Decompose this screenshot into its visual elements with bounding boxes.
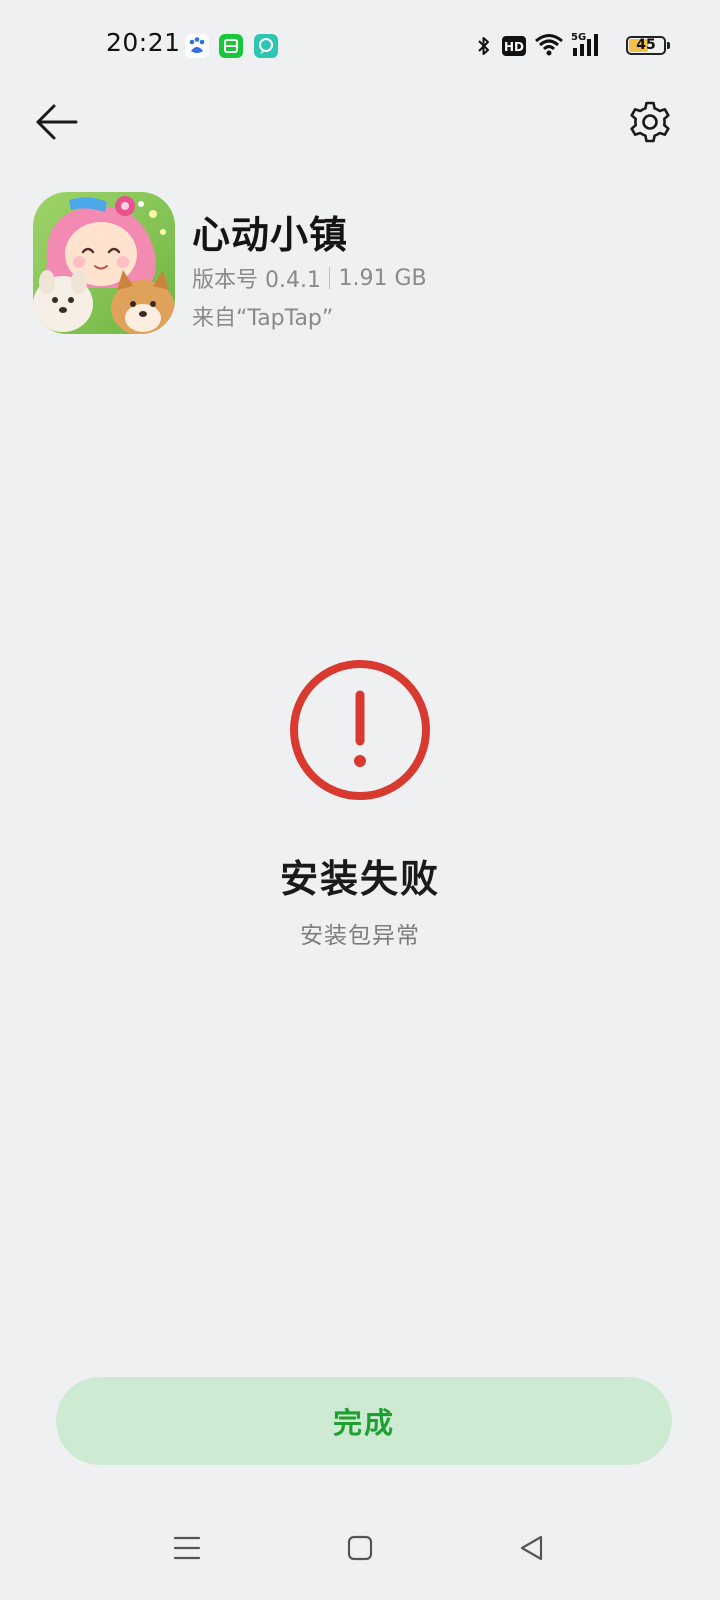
battery-indicator: 45 <box>626 36 670 55</box>
navigation-bar <box>0 1530 720 1580</box>
app-source: 来自“TapTap” <box>192 306 334 331</box>
result-subtitle: 安装包异常 <box>300 923 420 949</box>
status-time: 20:21 <box>106 28 181 57</box>
home-button[interactable] <box>340 1530 380 1570</box>
status-bar: 20:21 HD 5G 45 <box>0 0 720 90</box>
5g-signal-icon: 5G <box>571 30 605 62</box>
bluetooth-icon <box>476 34 492 62</box>
battery-level: 45 <box>636 37 656 53</box>
baidu-icon <box>185 34 209 58</box>
app-version: 版本号 0.4.1 <box>192 268 321 293</box>
menu-button[interactable] <box>167 1530 207 1570</box>
back-triangle-icon <box>517 1534 545 1566</box>
settings-button[interactable] <box>624 98 676 150</box>
error-circle-icon <box>287 657 433 803</box>
teal-app-icon <box>254 34 278 58</box>
result-title: 安装失败 <box>279 857 440 901</box>
app-size: 1.91 GB <box>338 265 427 291</box>
status-icons: HD 5G 45 <box>476 30 670 62</box>
menu-icon <box>172 1534 202 1566</box>
app-meta: 版本号 0.4.1 1.91 GB <box>192 262 427 294</box>
meta-divider <box>328 267 331 289</box>
green-app-icon <box>219 34 243 58</box>
wifi-icon <box>534 32 564 62</box>
arrow-left-icon <box>34 102 78 146</box>
app-icon <box>33 192 175 334</box>
app-name: 心动小镇 <box>192 213 349 257</box>
back-button[interactable] <box>30 98 82 150</box>
battery-tip <box>667 42 670 49</box>
svg-text:HD: HD <box>504 40 524 54</box>
home-icon <box>346 1534 374 1566</box>
done-button[interactable]: 完成 <box>56 1377 672 1465</box>
svg-text:5G: 5G <box>571 32 586 43</box>
back-nav-button[interactable] <box>511 1530 551 1570</box>
gear-icon <box>628 100 672 148</box>
hd-icon: HD <box>502 36 526 60</box>
